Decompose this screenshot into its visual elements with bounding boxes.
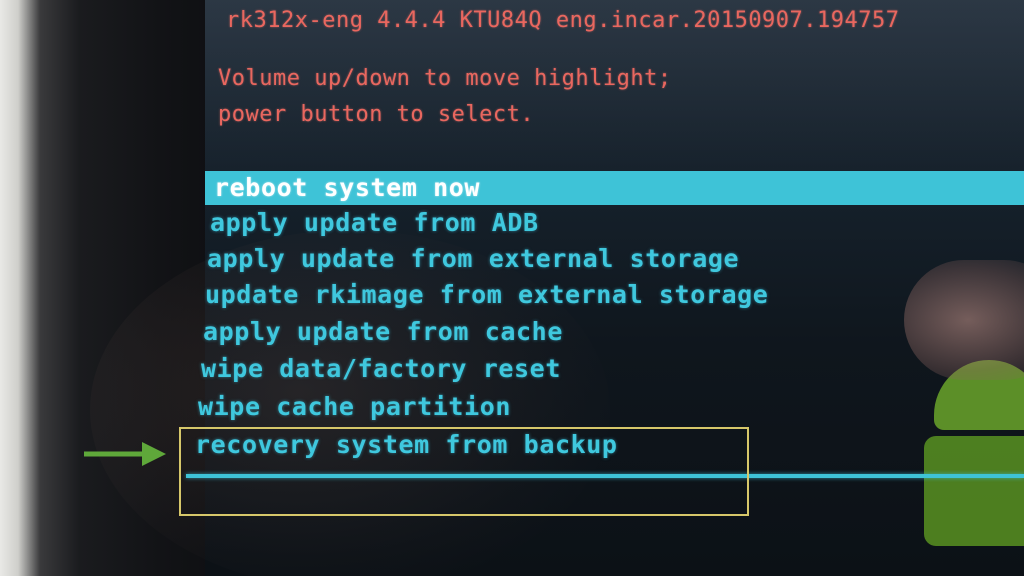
menu-item-apply-update-adb[interactable]: apply update from ADB [210,206,539,240]
menu-item-update-rkimage-external-storage[interactable]: update rkimage from external storage [205,278,768,312]
menu-item-apply-update-cache[interactable]: apply update from cache [203,315,563,349]
menu-item-wipe-cache-partition[interactable]: wipe cache partition [198,390,511,424]
menu-item-reboot-system-now[interactable]: reboot system now [205,171,1024,205]
device-photo: rk312x-eng 4.4.4 KTU84Q eng.incar.201509… [0,0,1024,576]
menu-item-wipe-data-factory-reset[interactable]: wipe data/factory reset [201,352,561,386]
arrow-right-icon [84,442,166,466]
annotation-highlight-box [179,427,749,516]
menu-item-apply-update-external-storage[interactable]: apply update from external storage [207,242,739,276]
